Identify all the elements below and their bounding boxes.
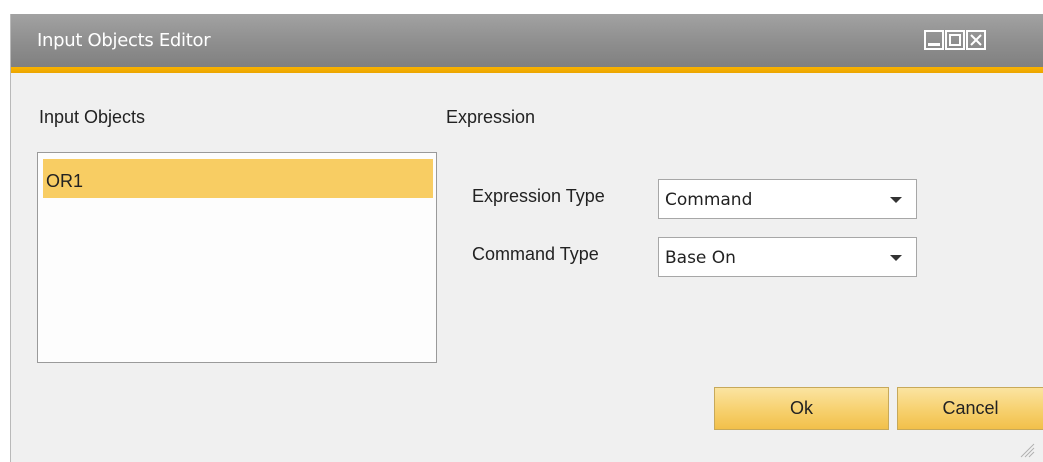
expression-heading: Expression — [446, 107, 536, 127]
expression-type-label: Expression Type — [472, 186, 605, 206]
close-icon[interactable] — [966, 30, 986, 50]
chevron-down-icon[interactable] — [890, 197, 902, 203]
command-type-select[interactable]: Base On — [658, 237, 917, 277]
list-item-label: OR1 — [46, 171, 84, 191]
maximize-icon[interactable] — [945, 30, 965, 50]
expression-type-value: Command — [665, 190, 753, 210]
chevron-down-icon[interactable] — [890, 255, 902, 261]
minimize-icon[interactable] — [924, 30, 944, 50]
list-item[interactable]: OR1 — [43, 159, 433, 198]
cancel-button[interactable]: Cancel — [897, 387, 1043, 430]
title-bar[interactable]: Input Objects Editor — [11, 14, 1043, 67]
title-accent-bar — [11, 67, 1043, 73]
expression-type-select[interactable]: Command — [658, 179, 917, 219]
input-objects-editor-window: Input Objects Editor Input Objects OR1 E… — [10, 14, 1043, 462]
input-objects-heading: Input Objects — [39, 107, 146, 127]
window-title: Input Objects Editor — [37, 30, 211, 51]
command-type-value: Base On — [665, 248, 736, 268]
command-type-label: Command Type — [472, 244, 599, 264]
resize-grip-icon[interactable] — [1017, 440, 1035, 458]
ok-button[interactable]: Ok — [714, 387, 889, 430]
input-objects-list[interactable]: OR1 — [37, 152, 437, 363]
